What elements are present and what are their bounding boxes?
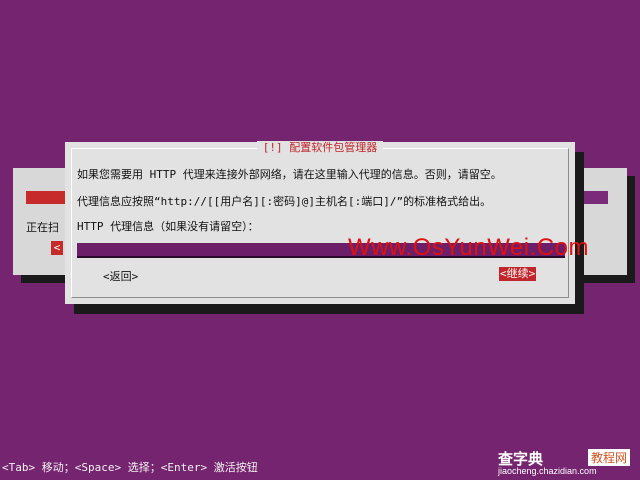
- continue-button[interactable]: <继续>: [499, 267, 537, 281]
- proxy-instruction-line: 如果您需要用 HTTP 代理来连接外部网络，请在这里输入代理的信息。否则，请留空…: [77, 168, 502, 181]
- site-watermark: Www.OsYunWei.Com: [348, 234, 589, 261]
- dialog-title-text: [!] 配置软件包管理器: [256, 141, 384, 154]
- background-cancel-button: <: [51, 241, 63, 255]
- keyboard-hint-bar: <Tab> 移动；<Space> 选择；<Enter> 激活按钮: [2, 461, 258, 474]
- configure-package-manager-dialog: [!] 配置软件包管理器 如果您需要用 HTTP 代理来连接外部网络，请在这里输…: [65, 139, 575, 304]
- dialog-title: [!] 配置软件包管理器: [65, 139, 575, 155]
- site-logo: 查字典 教程网 jiaocheng.chazidian.com: [498, 448, 630, 478]
- proxy-format-line: 代理信息应按照“http://[[用户名][:密码]@]主机名[:端口]/”的标…: [77, 195, 492, 208]
- back-button[interactable]: <返回>: [103, 268, 138, 284]
- scanning-status-text: 正在扫: [26, 221, 59, 234]
- site-logo-url: jiaocheng.chazidian.com: [498, 466, 597, 476]
- proxy-field-label: HTTP 代理信息（如果没有请留空）：: [77, 220, 259, 233]
- site-logo-sub: 教程网: [587, 449, 630, 466]
- progress-bar-fill: [26, 191, 66, 204]
- progress-bar-remaining: [578, 191, 608, 204]
- http-proxy-input-value: [77, 243, 79, 256]
